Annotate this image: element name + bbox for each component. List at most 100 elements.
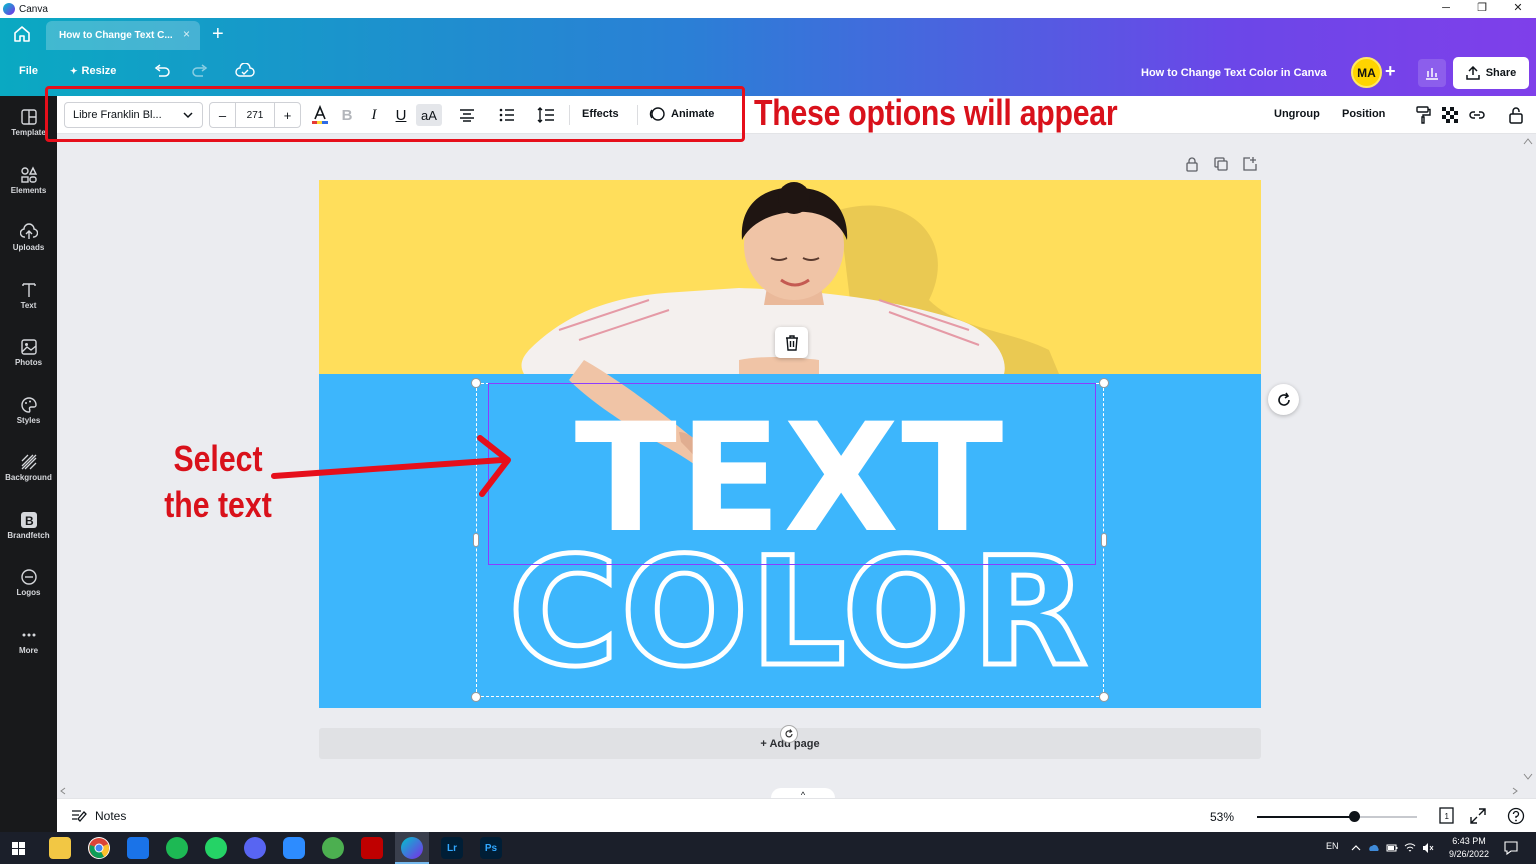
ungroup-button[interactable]: Ungroup <box>1274 108 1320 120</box>
link-button[interactable] <box>1466 104 1488 126</box>
share-label: Share <box>1485 67 1517 79</box>
new-tab-button[interactable]: + <box>212 22 224 46</box>
copy-style-button[interactable] <box>1412 104 1434 126</box>
speaker-muted-icon[interactable] <box>1422 842 1434 854</box>
resize-handle-left[interactable] <box>473 533 479 547</box>
chevron-up-icon[interactable] <box>1350 842 1362 854</box>
design-title[interactable]: How to Change Text Color in Canva <box>1141 67 1327 79</box>
zoom-percentage[interactable]: 53% <box>1210 810 1234 824</box>
tab-close-icon[interactable]: × <box>183 27 190 41</box>
sidebar-item-background[interactable]: Background <box>0 441 57 493</box>
resize-handle-right[interactable] <box>1101 533 1107 547</box>
page-count-button[interactable]: 1 <box>1437 807 1455 825</box>
vertical-scrollbar[interactable] <box>1520 134 1536 784</box>
sidebar-item-label: Text <box>20 301 37 310</box>
discord-icon[interactable] <box>244 837 266 859</box>
lock-button[interactable] <box>1505 104 1527 126</box>
cloud-saved-icon[interactable] <box>235 63 255 79</box>
hover-outline <box>488 383 1096 565</box>
fullscreen-button[interactable] <box>1469 807 1487 825</box>
resize-handle-top-right[interactable] <box>1099 378 1109 388</box>
lock-page-icon[interactable] <box>1184 156 1200 172</box>
annotation-options-appear: These options will appear <box>754 92 1118 133</box>
lock-icon <box>1509 107 1523 124</box>
template-icon <box>20 109 37 125</box>
help-icon <box>1507 807 1525 825</box>
file-menu[interactable]: File <box>19 65 38 77</box>
canva-logo-icon <box>3 3 15 15</box>
browser-icon[interactable] <box>322 837 344 859</box>
photoshop-icon[interactable]: Ps <box>480 837 502 859</box>
notes-button[interactable]: Notes <box>71 809 126 823</box>
trash-icon <box>785 334 798 351</box>
whatsapp-icon[interactable] <box>205 837 227 859</box>
background-icon <box>21 454 36 470</box>
share-button[interactable]: Share <box>1453 57 1529 89</box>
resize-handle-bottom-left[interactable] <box>471 692 481 702</box>
file-explorer-icon[interactable] <box>49 837 71 859</box>
sidebar-item-more[interactable]: More <box>0 614 57 666</box>
zoom-slider-handle[interactable] <box>1349 811 1360 822</box>
filezilla-icon[interactable] <box>361 837 383 859</box>
transparency-button[interactable] <box>1439 104 1461 126</box>
bar-chart-icon <box>1426 68 1438 80</box>
photos-icon <box>20 339 37 355</box>
rotate-icon <box>785 729 793 738</box>
refresh-icon <box>1277 392 1290 406</box>
tab-design[interactable]: How to Change Text C... × <box>46 21 200 50</box>
chrome-icon[interactable] <box>88 837 110 859</box>
refresh-button[interactable] <box>1268 384 1299 415</box>
canva-taskbar-icon[interactable] <box>401 837 423 859</box>
zoom-slider[interactable] <box>1257 811 1417 822</box>
sidebar-item-label: Background <box>5 473 52 482</box>
clock[interactable]: 6:43 PM 9/26/2022 <box>1443 835 1495 861</box>
position-button[interactable]: Position <box>1342 108 1385 120</box>
toolbar-highlight-box <box>45 86 745 142</box>
sidebar-item-styles[interactable]: Styles <box>0 384 57 436</box>
wifi-icon[interactable] <box>1404 842 1416 854</box>
close-window-button[interactable]: ✕ <box>1500 0 1536 18</box>
onedrive-icon[interactable] <box>1368 842 1380 854</box>
lightroom-icon[interactable]: Lr <box>441 837 463 859</box>
zoom-icon[interactable] <box>283 837 305 859</box>
add-page-icon[interactable] <box>1242 156 1258 172</box>
undo-icon[interactable] <box>153 64 171 80</box>
sidebar-item-uploads[interactable]: Uploads <box>0 211 57 263</box>
text-icon <box>21 283 36 297</box>
sidebar-item-logos[interactable]: Logos <box>0 556 57 608</box>
expand-icon <box>1470 808 1486 824</box>
language-indicator[interactable]: EN <box>1326 841 1339 851</box>
sidebar-item-photos[interactable]: Photos <box>0 326 57 378</box>
minimize-button[interactable]: ─ <box>1428 0 1464 18</box>
sidebar-item-text[interactable]: Text <box>0 269 57 321</box>
outlook-icon[interactable] <box>127 837 149 859</box>
page-count: 1 <box>1445 812 1450 821</box>
link-icon <box>1469 111 1485 119</box>
zoom-slider-fill <box>1257 816 1354 818</box>
insights-button[interactable] <box>1418 59 1446 87</box>
add-collaborator-button[interactable]: + <box>1385 61 1396 82</box>
delete-button[interactable] <box>775 327 808 358</box>
home-button[interactable] <box>0 18 44 50</box>
windows-start-icon[interactable] <box>12 842 25 855</box>
avatar[interactable]: MA <box>1351 57 1382 88</box>
spotify-icon[interactable] <box>166 837 188 859</box>
redo-icon[interactable] <box>191 64 209 80</box>
help-button[interactable] <box>1507 807 1525 825</box>
notifications-icon[interactable] <box>1504 841 1518 855</box>
resize-handle-top-left[interactable] <box>471 378 481 388</box>
restore-button[interactable]: ❐ <box>1464 0 1500 18</box>
battery-icon[interactable] <box>1386 842 1398 854</box>
annotation-line-2: the text <box>164 484 272 525</box>
home-icon <box>14 26 30 42</box>
resize-button[interactable]: ✦ Resize <box>70 65 116 77</box>
window-controls: ─ ❐ ✕ <box>1428 0 1536 18</box>
resize-handle-bottom-right[interactable] <box>1099 692 1109 702</box>
sidebar-item-elements[interactable]: Elements <box>0 154 57 206</box>
annotation-line-1: Select <box>173 438 263 479</box>
transparency-icon <box>1442 107 1458 123</box>
rotate-handle[interactable] <box>780 725 798 743</box>
elements-icon <box>20 166 37 183</box>
sidebar-item-brandfetch[interactable]: B Brandfetch <box>0 499 57 551</box>
duplicate-page-icon[interactable] <box>1213 156 1229 172</box>
